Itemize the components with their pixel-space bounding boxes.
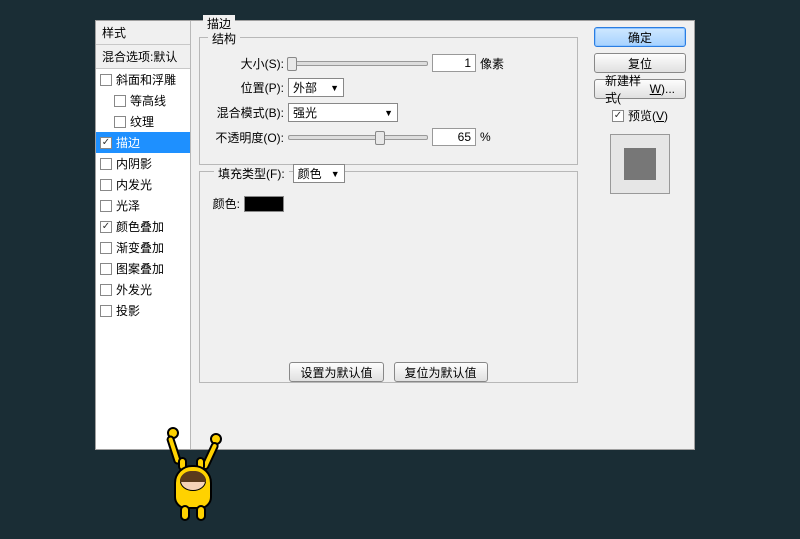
size-slider[interactable] <box>288 61 428 66</box>
style-item-7[interactable]: 颜色叠加 <box>96 216 190 237</box>
style-item-4[interactable]: 内阴影 <box>96 153 190 174</box>
opacity-input[interactable] <box>432 128 476 146</box>
style-label: 外发光 <box>116 281 152 298</box>
position-select[interactable]: 外部▼ <box>288 78 344 97</box>
position-row: 位置(P): 外部▼ <box>210 78 567 97</box>
style-label: 光泽 <box>116 197 140 214</box>
new-style-button[interactable]: 新建样式(W)... <box>594 79 686 99</box>
chevron-down-icon: ▼ <box>330 83 339 93</box>
style-item-11[interactable]: 投影 <box>96 300 190 321</box>
structure-group: 结构 大小(S): 像素 位置(P): 外部▼ 混合模式(B): 强光▼ <box>199 37 578 165</box>
size-unit: 像素 <box>480 55 504 72</box>
blend-options-item[interactable]: 混合选项:默认 <box>96 45 190 69</box>
style-item-5[interactable]: 内发光 <box>96 174 190 195</box>
set-default-button[interactable]: 设置为默认值 <box>289 362 383 382</box>
style-item-3[interactable]: 描边 <box>96 132 190 153</box>
style-checkbox[interactable] <box>100 74 112 86</box>
ok-button[interactable]: 确定 <box>594 27 686 47</box>
style-checkbox[interactable] <box>100 263 112 275</box>
style-label: 投影 <box>116 302 140 319</box>
style-checkbox[interactable] <box>100 242 112 254</box>
size-label: 大小(S): <box>210 55 284 72</box>
style-item-1[interactable]: 等高线 <box>96 90 190 111</box>
preview-checkbox[interactable] <box>612 110 624 122</box>
filltype-select[interactable]: 颜色▼ <box>293 164 345 183</box>
style-checkbox[interactable] <box>100 284 112 296</box>
style-label: 渐变叠加 <box>116 239 164 256</box>
style-label: 图案叠加 <box>116 260 164 277</box>
styles-header: 样式 <box>96 21 190 45</box>
style-label: 描边 <box>116 134 140 151</box>
mascot-icon <box>160 435 230 535</box>
style-item-8[interactable]: 渐变叠加 <box>96 237 190 258</box>
style-checkbox[interactable] <box>114 95 126 107</box>
style-label: 颜色叠加 <box>116 218 164 235</box>
opacity-label: 不透明度(O): <box>210 129 284 146</box>
style-item-6[interactable]: 光泽 <box>96 195 190 216</box>
style-label: 斜面和浮雕 <box>116 71 176 88</box>
preview-toggle[interactable]: 预览(V) <box>594 107 686 124</box>
style-list: 斜面和浮雕等高线纹理描边内阴影内发光光泽颜色叠加渐变叠加图案叠加外发光投影 <box>96 69 190 449</box>
style-checkbox[interactable] <box>100 305 112 317</box>
style-label: 内发光 <box>116 176 152 193</box>
size-input[interactable] <box>432 54 476 72</box>
color-swatch[interactable] <box>244 196 284 212</box>
reset-button[interactable]: 复位 <box>594 53 686 73</box>
size-row: 大小(S): 像素 <box>210 54 567 72</box>
style-checkbox[interactable] <box>100 221 112 233</box>
style-label: 内阴影 <box>116 155 152 172</box>
blendmode-row: 混合模式(B): 强光▼ <box>210 103 567 122</box>
position-label: 位置(P): <box>210 79 284 96</box>
style-item-0[interactable]: 斜面和浮雕 <box>96 69 190 90</box>
structure-legend: 结构 <box>208 30 240 47</box>
style-checkbox[interactable] <box>100 200 112 212</box>
styles-column: 样式 混合选项:默认 斜面和浮雕等高线纹理描边内阴影内发光光泽颜色叠加渐变叠加图… <box>96 21 191 449</box>
style-checkbox[interactable] <box>114 116 126 128</box>
preview-swatch <box>624 148 656 180</box>
style-checkbox[interactable] <box>100 158 112 170</box>
color-label: 颜色: <box>210 195 240 212</box>
opacity-unit: % <box>480 130 491 144</box>
blendmode-select[interactable]: 强光▼ <box>288 103 398 122</box>
color-row: 颜色: <box>210 195 567 212</box>
chevron-down-icon: ▼ <box>331 169 340 179</box>
opacity-row: 不透明度(O): % <box>210 128 567 146</box>
opacity-slider[interactable] <box>288 135 428 140</box>
fill-group: 填充类型(F): 颜色▼ 颜色: 设置为默认值 复位为默认值 <box>199 171 578 383</box>
right-column: 确定 复位 新建样式(W)... 预览(V) <box>586 21 694 449</box>
style-checkbox[interactable] <box>100 179 112 191</box>
layer-style-dialog: 样式 混合选项:默认 斜面和浮雕等高线纹理描边内阴影内发光光泽颜色叠加渐变叠加图… <box>95 20 695 450</box>
settings-column: 描边 结构 大小(S): 像素 位置(P): 外部▼ 混合模式(B): <box>191 21 586 449</box>
slider-thumb-icon <box>375 131 385 145</box>
chevron-down-icon: ▼ <box>384 108 393 118</box>
blendmode-label: 混合模式(B): <box>210 104 284 121</box>
style-item-9[interactable]: 图案叠加 <box>96 258 190 279</box>
style-checkbox[interactable] <box>100 137 112 149</box>
style-label: 等高线 <box>130 92 166 109</box>
preview-box <box>610 134 670 194</box>
style-label: 纹理 <box>130 113 154 130</box>
slider-thumb-icon <box>287 57 297 71</box>
style-item-2[interactable]: 纹理 <box>96 111 190 132</box>
reset-default-button[interactable]: 复位为默认值 <box>394 362 488 382</box>
filltype-label: 填充类型(F): <box>214 165 289 182</box>
style-item-10[interactable]: 外发光 <box>96 279 190 300</box>
